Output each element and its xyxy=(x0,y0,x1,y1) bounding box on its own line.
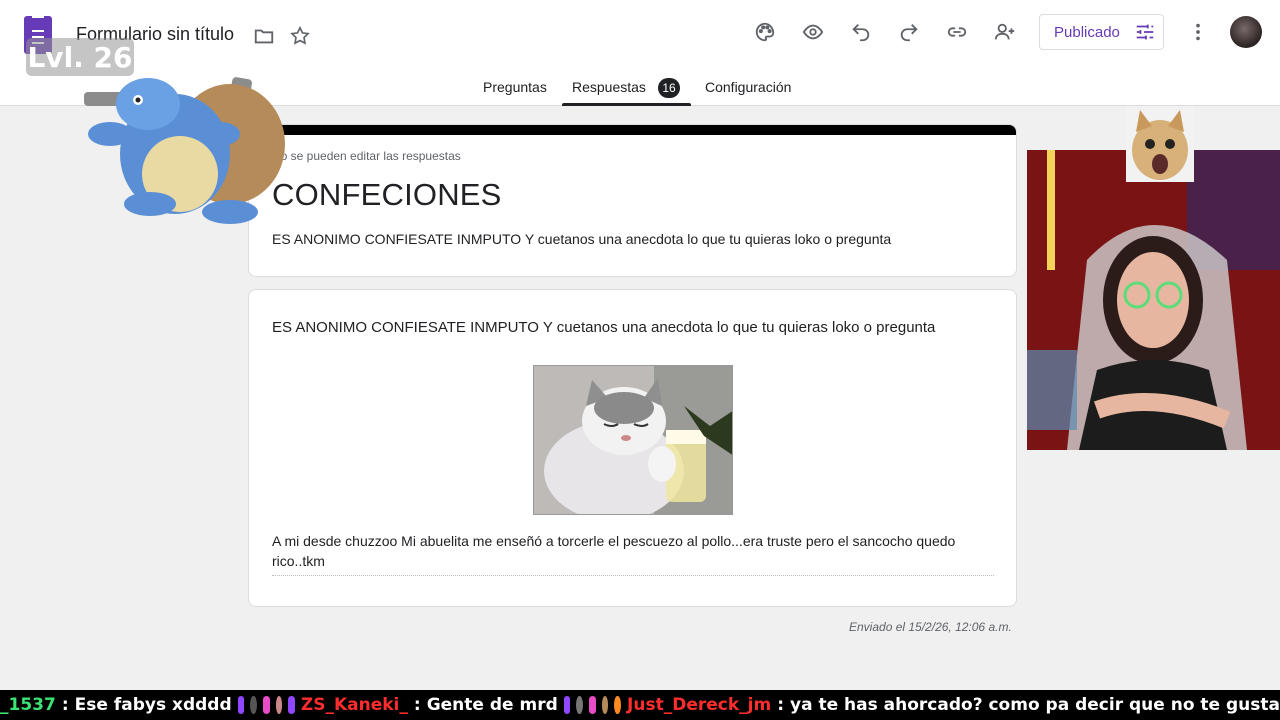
chat-username: ZS_Kaneki_ xyxy=(300,695,408,715)
chat-ticker: _1537 : Ese fabys xdddd ZS_Kaneki_ : Gen… xyxy=(0,690,1280,720)
tab-preguntas[interactable]: Preguntas xyxy=(483,79,547,95)
active-tab-indicator xyxy=(562,103,691,106)
chat-message: Ese fabys xdddd xyxy=(74,695,232,715)
submitted-timestamp: Enviado el 15/2/26, 12:06 a.m. xyxy=(849,620,1012,634)
link-icon[interactable] xyxy=(945,20,969,44)
cat-sticker xyxy=(1126,106,1194,182)
folder-icon[interactable] xyxy=(252,24,276,48)
palette-icon[interactable] xyxy=(753,20,777,44)
twitch-badge-icon xyxy=(288,696,295,714)
form-title: CONFECIONES xyxy=(272,177,502,212)
tab-configuracion[interactable]: Configuración xyxy=(705,79,791,95)
emote-icon xyxy=(601,696,609,714)
twitch-badge-icon xyxy=(563,696,571,714)
emote-icon xyxy=(250,696,257,714)
emote-icon xyxy=(576,696,584,714)
form-description: ES ANONIMO CONFIESATE INMPUTO Y cuetanos… xyxy=(272,231,892,247)
heart-badge-icon xyxy=(589,696,596,714)
chat-message: Gente de mrd xyxy=(426,695,558,715)
tab-respuestas[interactable]: Respuestas xyxy=(572,79,646,95)
form-color-bar xyxy=(249,125,1016,135)
chat-separator: : xyxy=(777,695,784,715)
form-header-card: No se pueden editar las respuestas CONFE… xyxy=(248,124,1017,277)
chat-username: _1537 xyxy=(0,695,56,715)
preview-eye-icon[interactable] xyxy=(801,20,825,44)
published-button[interactable]: Publicado xyxy=(1039,14,1164,50)
redo-icon[interactable] xyxy=(897,20,921,44)
chat-username: Just_Dereck_jm xyxy=(627,695,772,715)
tune-sliders-icon xyxy=(1136,24,1154,40)
heart-badge-icon xyxy=(262,696,270,714)
emote-icon xyxy=(275,696,283,714)
question-card: ES ANONIMO CONFIESATE INMPUTO Y cuetanos… xyxy=(248,289,1017,607)
responses-count-badge: 16 xyxy=(658,78,680,98)
question-title: ES ANONIMO CONFIESATE INMPUTO Y cuetanos… xyxy=(272,319,936,336)
star-icon[interactable] xyxy=(288,24,312,48)
more-vert-icon[interactable] xyxy=(1186,20,1210,44)
no-edit-notice: No se pueden editar las respuestas xyxy=(272,149,461,163)
add-collaborator-icon[interactable] xyxy=(993,20,1017,44)
blastoise-sticker xyxy=(84,77,285,224)
published-button-label: Publicado xyxy=(1054,23,1120,41)
undo-icon[interactable] xyxy=(849,20,873,44)
response-answer: A mi desde chuzzoo Mi abuelita me enseñó… xyxy=(272,531,994,576)
streamer-webcam xyxy=(1027,150,1280,450)
chat-message: ya te has ahorcado? como pa decir que no… xyxy=(790,695,1280,715)
twitch-badge-icon xyxy=(237,696,245,714)
chat-separator: : xyxy=(413,695,421,715)
question-image xyxy=(533,365,733,515)
emote-icon xyxy=(614,696,622,714)
user-avatar[interactable] xyxy=(1230,16,1262,48)
chat-separator: : xyxy=(61,695,69,715)
